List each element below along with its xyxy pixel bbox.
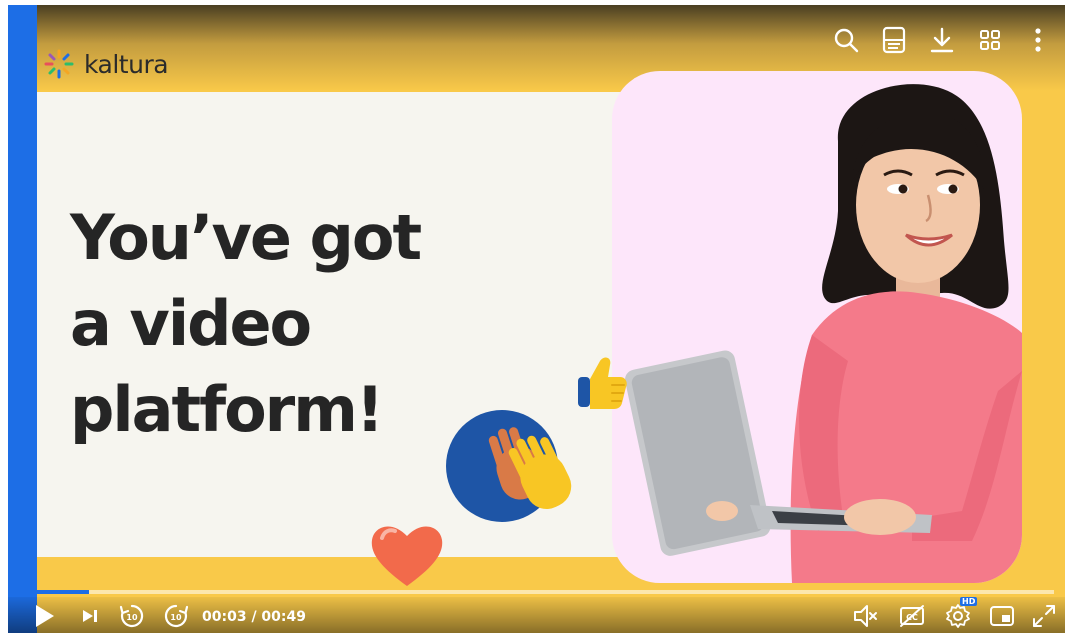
headline-line-1: You’ve got [70,201,422,274]
play-icon [36,605,54,627]
heart-icon [371,526,443,586]
more-button[interactable] [1019,21,1057,59]
top-controls [827,21,1057,59]
captions-off-icon: CC [900,605,924,627]
gear-icon [946,604,970,628]
rewind-10-icon: 10 [119,604,144,628]
grid-button[interactable] [971,21,1009,59]
transcript-icon [882,26,906,54]
kaltura-logo: kaltura [42,47,169,81]
transcript-button[interactable] [875,21,913,59]
next-button[interactable] [74,601,106,631]
video-player[interactable]: kaltura You’ve got a video platform! 10 … [8,5,1065,633]
fullscreen-button[interactable] [1028,601,1060,631]
download-button[interactable] [923,21,961,59]
captions-button[interactable]: CC [896,601,928,631]
clapping-hands-icon [446,410,572,522]
skip-next-icon [83,610,97,622]
headline-line-2: a video [70,287,312,360]
kaltura-burst-icon [44,49,74,79]
progress-bar[interactable] [26,590,1054,594]
rewind-10-button[interactable]: 10 [116,601,148,631]
volume-muted-icon [854,605,877,627]
video-frame[interactable]: kaltura You’ve got a video platform! 10 … [8,5,1065,633]
download-icon [930,27,954,53]
forward-10-icon: 10 [164,604,189,628]
portrait-illustration [625,84,1022,583]
forward-10-button[interactable]: 10 [160,601,192,631]
fullscreen-icon [1033,605,1055,627]
search-button[interactable] [827,21,865,59]
svg-text:10: 10 [170,613,182,622]
picture-in-picture-button[interactable] [986,601,1018,631]
progress-fill [26,590,89,594]
svg-text:10: 10 [126,613,138,622]
grid-icon [980,30,1000,50]
more-icon [1035,28,1041,52]
search-icon [834,28,859,53]
time-display: 00:03 / 00:49 [202,609,306,625]
play-button[interactable] [28,601,60,631]
thumbs-up-icon [578,357,627,409]
left-accent-strip [8,5,37,633]
woman-with-laptop-image [612,71,1022,583]
brand-name: kaltura [84,49,169,79]
hd-badge: HD [960,597,978,606]
control-bar: 10 10 00:03 / 00:49 CC HD [8,597,1065,633]
volume-button[interactable] [850,601,882,631]
picture-in-picture-icon [990,606,1014,626]
